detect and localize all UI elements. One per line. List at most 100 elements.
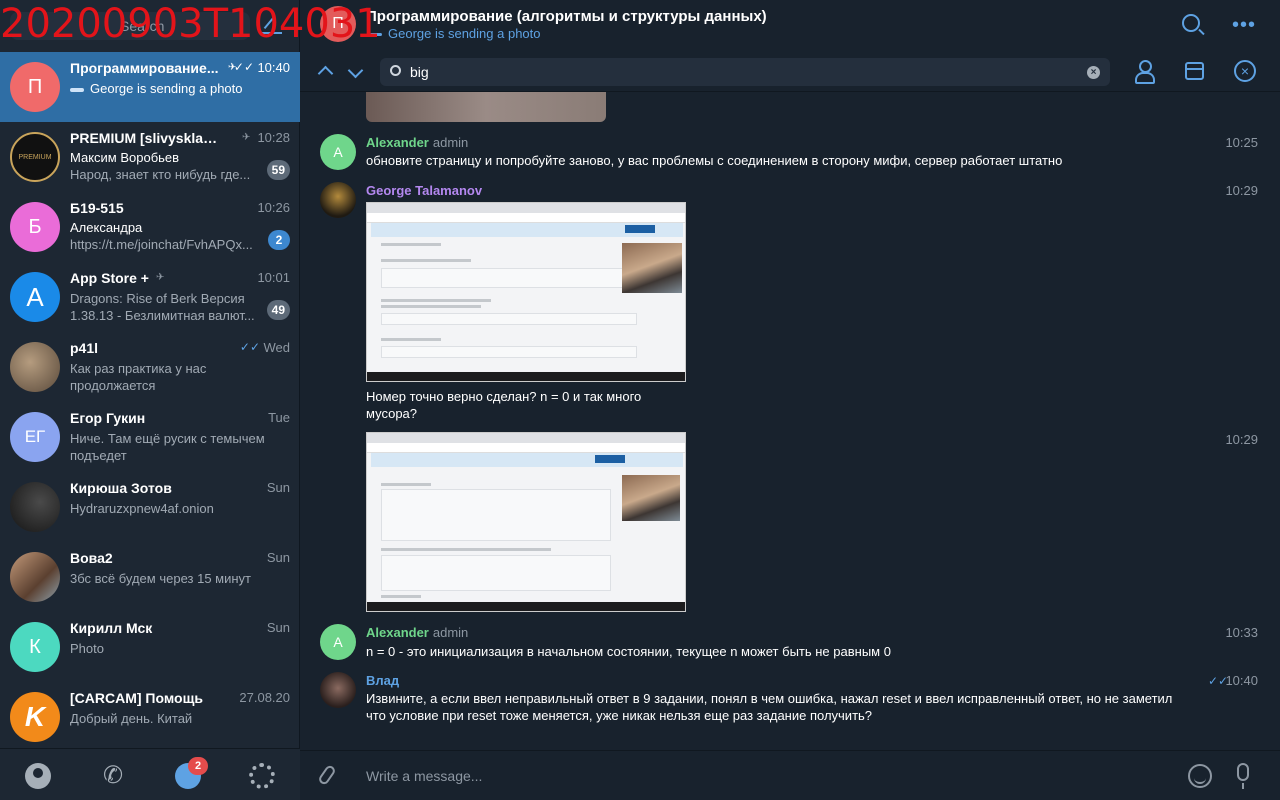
chat-sender: Максим Воробьев	[70, 150, 180, 165]
chat-title: Вова2	[70, 550, 113, 566]
chat-time: 10:01	[257, 270, 290, 285]
message-text: n = 0 - это инициализация в начальном со…	[366, 644, 891, 659]
sidebar: Search П Программирование... ✈ ✓✓ 10:40 …	[0, 0, 300, 800]
chats-unread-badge: 2	[188, 757, 208, 775]
chat-time: Tue	[268, 410, 290, 425]
search-next-button[interactable]	[344, 60, 366, 82]
chat-time: 10:40	[257, 60, 290, 75]
avatar[interactable]: A	[320, 624, 356, 660]
chat-item-kiryusha-zotov[interactable]: Кирюша Зотов Sun Hydraruzxpnew4af.onion	[0, 472, 300, 542]
chat-time: 10:26	[257, 200, 290, 215]
chat-preview: Как раз практика у нас продолжается	[70, 361, 207, 393]
chat-time: 27.08.20	[239, 690, 290, 705]
message-text: Извините, а если ввел неправильный ответ…	[366, 691, 1173, 723]
message-list: A Alexander admin 10:25 обновите страницу…	[300, 92, 1280, 750]
microphone-icon[interactable]	[1237, 763, 1249, 789]
chat-preview: Photo	[70, 641, 104, 656]
avatar: К	[10, 622, 60, 672]
message-search-field: ×	[380, 58, 1110, 86]
avatar[interactable]	[320, 672, 356, 708]
avatar: ЕГ	[10, 412, 60, 462]
message-search-bar: × ×	[300, 52, 1280, 92]
app-store-icon: A	[10, 272, 60, 322]
screenshot-code-block	[381, 313, 637, 325]
chat-item-carcam[interactable]: K [CARCAM] Помощь 27.08.20 Добрый день. …	[0, 682, 300, 752]
chat-header: П Программирование (алгоритмы и структур…	[300, 0, 1280, 52]
chat-item-p41l[interactable]: p41l ✓✓ Wed Как раз практика у нас продо…	[0, 332, 300, 402]
typing-icon	[70, 87, 84, 92]
more-icon[interactable]: •••	[1232, 14, 1256, 37]
chat-preview: Добрый день. Китай	[70, 711, 193, 726]
message-time: 10:33	[1225, 625, 1258, 640]
search-icon[interactable]	[1182, 14, 1200, 32]
chat-preview: Dragons: Rise of Berk Версия 1.38.13 - Б…	[70, 291, 255, 323]
read-check-icon: ✓✓	[239, 340, 260, 354]
screenshot-code-block	[381, 346, 637, 358]
chat-title[interactable]: Программирование (алгоритмы и структуры …	[366, 8, 767, 25]
chevron-up-icon	[317, 65, 333, 82]
clear-search-icon[interactable]: ×	[1087, 66, 1100, 79]
screenshot-code-block	[381, 268, 637, 288]
photo-message-partial[interactable]	[366, 92, 606, 122]
chat-status-text: George is sending a photo	[388, 26, 541, 41]
filter-by-user-icon[interactable]	[1134, 60, 1155, 84]
chat-item-egor-gukin[interactable]: ЕГ Егор Гукин Tue Ниче. Там ещё русик с …	[0, 402, 300, 472]
chat-sender: Александра	[70, 220, 143, 235]
chat-item-programming[interactable]: П Программирование... ✈ ✓✓ 10:40 George …	[0, 52, 300, 122]
screenshot-text-line	[381, 299, 491, 302]
chat-preview: https://t.me/joinchat/FvhAPQx...	[70, 237, 253, 252]
chat-preview: Народ, знает кто нибудь где...	[70, 167, 251, 182]
paperclip-icon[interactable]	[317, 763, 337, 787]
message-input[interactable]	[366, 765, 1166, 787]
message-sender[interactable]: Alexander admin	[366, 135, 468, 150]
emoji-icon[interactable]	[1188, 764, 1212, 788]
chat-item-vova2[interactable]: Вова2 Sun 3бс всё будем через 15 минут	[0, 542, 300, 612]
chat-title: PREMIUM [slivysklad.c...	[70, 130, 225, 146]
chat-item-b19-515[interactable]: Б Б19-515 10:26 Александра https://t.me/…	[0, 192, 300, 262]
screenshot-code-block	[381, 555, 611, 591]
search-prev-button[interactable]	[314, 60, 336, 82]
chat-title: Программирование...	[70, 60, 219, 76]
avatar[interactable]: A	[320, 134, 356, 170]
search-icon	[390, 65, 401, 76]
avatar[interactable]	[320, 182, 356, 218]
screenshot-code-block	[381, 489, 611, 541]
message-time: 10:29	[1225, 183, 1258, 198]
screenshot-tabbar	[367, 203, 685, 213]
chat-status: George is sending a photo	[370, 26, 541, 41]
message-sender[interactable]: George Talamanov	[366, 183, 482, 198]
calendar-icon[interactable]	[1185, 62, 1204, 80]
photo-attachment[interactable]	[366, 202, 686, 382]
chat-title: App Store +	[70, 270, 149, 286]
chat-item-app-store[interactable]: A App Store + ✈ 10:01 Dragons: Rise of B…	[0, 262, 300, 332]
chat-time: Sun	[266, 480, 290, 495]
photo-attachment[interactable]	[366, 432, 686, 612]
settings-icon[interactable]	[249, 763, 275, 789]
chat-item-premium[interactable]: PREMIUM PREMIUM [slivysklad.c... ✈ 10:28…	[0, 122, 300, 192]
chat-time: Sun	[266, 550, 290, 565]
message-search-input[interactable]	[410, 62, 1070, 82]
calls-icon[interactable]: ✆	[100, 763, 126, 789]
chat-title: [CARCAM] Помощь	[70, 690, 203, 706]
message-time: 10:40	[1225, 673, 1258, 688]
unread-badge: 49	[266, 300, 290, 320]
screenshot-text-line	[381, 243, 441, 246]
contacts-icon[interactable]	[25, 763, 51, 789]
chat-pane: П Программирование (алгоритмы и структур…	[300, 0, 1280, 800]
screenshot-taskbar	[367, 602, 685, 611]
unread-badge: 59	[266, 160, 290, 180]
close-search-icon[interactable]: ×	[1234, 60, 1256, 82]
sender-role: admin	[432, 135, 469, 150]
message-sender[interactable]: Alexander admin	[366, 625, 468, 640]
screenshot-webcam	[622, 243, 682, 293]
chat-preview: Ниче. Там ещё русик с темычем подъедет	[70, 431, 265, 463]
chat-time: Wed	[263, 340, 291, 355]
read-check-icon: ✓✓	[233, 60, 254, 74]
avatar: П	[10, 62, 60, 112]
chat-preview: Hydraruzxpnew4af.onion	[70, 501, 214, 516]
chat-item-kirill-msk[interactable]: К Кирилл Мск Sun Photo	[0, 612, 300, 682]
avatar: K	[10, 692, 60, 742]
message-sender[interactable]: Влад	[366, 673, 399, 688]
screenshot-text-line	[381, 548, 551, 551]
avatar	[10, 342, 60, 392]
